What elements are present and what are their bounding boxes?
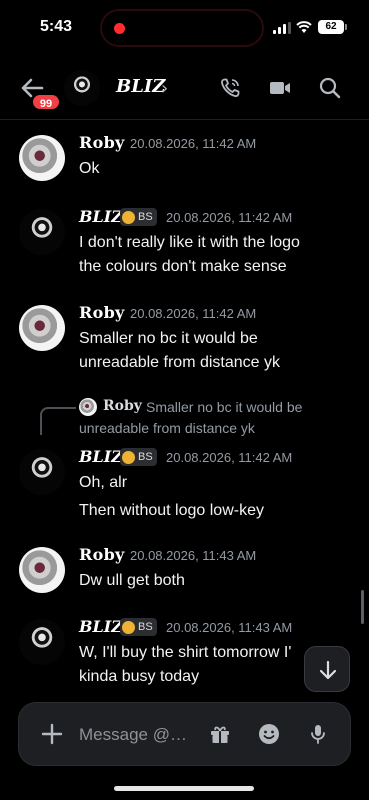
role-tag[interactable]: BS bbox=[120, 448, 157, 466]
message-text: Ok bbox=[79, 160, 100, 177]
message-text-line: Smaller no bc it would be bbox=[79, 330, 258, 347]
message-author[interactable]: Roby bbox=[79, 303, 125, 322]
message-timestamp: 20.08.2026, 11:42 AM bbox=[130, 306, 257, 321]
message-timestamp: 20.08.2026, 11:43 AM bbox=[130, 548, 257, 563]
cellular-signal-icon bbox=[273, 22, 291, 34]
chevron-right-icon[interactable]: › bbox=[161, 78, 168, 99]
message-text: Then without logo low-key bbox=[79, 502, 264, 519]
home-indicator[interactable] bbox=[114, 786, 254, 791]
video-camera-icon[interactable] bbox=[268, 76, 292, 100]
dynamic-island bbox=[100, 9, 264, 47]
avatar[interactable] bbox=[19, 209, 65, 255]
message-author[interactable]: BLIZ bbox=[79, 207, 123, 226]
arrow-down-icon bbox=[319, 660, 337, 680]
message-author[interactable]: Roby bbox=[79, 545, 125, 564]
reply-preview[interactable]: Smaller no bc it would be unreadable fro… bbox=[79, 397, 339, 439]
avatar[interactable] bbox=[19, 619, 65, 665]
jump-to-bottom-button[interactable] bbox=[304, 646, 350, 692]
message-input[interactable] bbox=[79, 723, 189, 747]
message-text: Oh, alr bbox=[79, 474, 128, 491]
message-text-line: unreadable from distance yk bbox=[79, 354, 280, 371]
gift-icon[interactable] bbox=[208, 722, 232, 746]
header-avatar[interactable] bbox=[64, 70, 100, 106]
avatar[interactable] bbox=[19, 135, 65, 181]
channel-title[interactable]: BLIZ bbox=[116, 76, 165, 97]
avatar[interactable] bbox=[19, 305, 65, 351]
status-bar: 5:43 62 bbox=[0, 0, 369, 56]
plus-icon[interactable] bbox=[41, 723, 63, 745]
battery-level: 62 bbox=[318, 20, 347, 34]
avatar[interactable] bbox=[19, 547, 65, 593]
message-text: Dw ull get both bbox=[79, 572, 185, 589]
recording-indicator-icon bbox=[114, 23, 125, 34]
message-composer bbox=[18, 702, 351, 766]
reply-connector bbox=[40, 407, 76, 435]
message-timestamp: 20.08.2026, 11:42 AM bbox=[166, 210, 293, 225]
message-author[interactable]: BLIZ bbox=[79, 447, 123, 466]
chat-header: 99 BLIZ › bbox=[0, 56, 369, 120]
skull-tag-icon bbox=[122, 620, 135, 634]
skull-tag-icon bbox=[122, 210, 135, 224]
message-timestamp: 20.08.2026, 11:43 AM bbox=[166, 620, 293, 635]
skull-tag-icon bbox=[122, 450, 135, 464]
search-icon[interactable] bbox=[318, 76, 342, 100]
message-author[interactable]: BLIZ bbox=[79, 617, 123, 636]
message-timestamp: 20.08.2026, 11:42 AM bbox=[166, 450, 293, 465]
emoji-icon[interactable] bbox=[257, 722, 281, 746]
message-text-line: the colours don't make sense bbox=[79, 258, 287, 275]
unread-badge: 99 bbox=[31, 93, 61, 111]
wifi-icon bbox=[296, 21, 312, 33]
phone-icon[interactable] bbox=[218, 76, 242, 100]
message-list[interactable]: Roby 20.08.2026, 11:42 AM Ok BLIZ BS 20.… bbox=[0, 121, 369, 696]
message-timestamp: 20.08.2026, 11:42 AM bbox=[130, 136, 257, 151]
scrollbar[interactable] bbox=[361, 590, 364, 624]
avatar[interactable] bbox=[19, 449, 65, 495]
role-tag[interactable]: BS bbox=[120, 618, 157, 636]
message-author[interactable]: Roby bbox=[79, 133, 125, 152]
microphone-icon[interactable] bbox=[306, 722, 330, 746]
status-time: 5:43 bbox=[40, 18, 73, 35]
message-text-line: I don't really like it with the logo bbox=[79, 234, 300, 251]
role-tag[interactable]: BS bbox=[120, 208, 157, 226]
